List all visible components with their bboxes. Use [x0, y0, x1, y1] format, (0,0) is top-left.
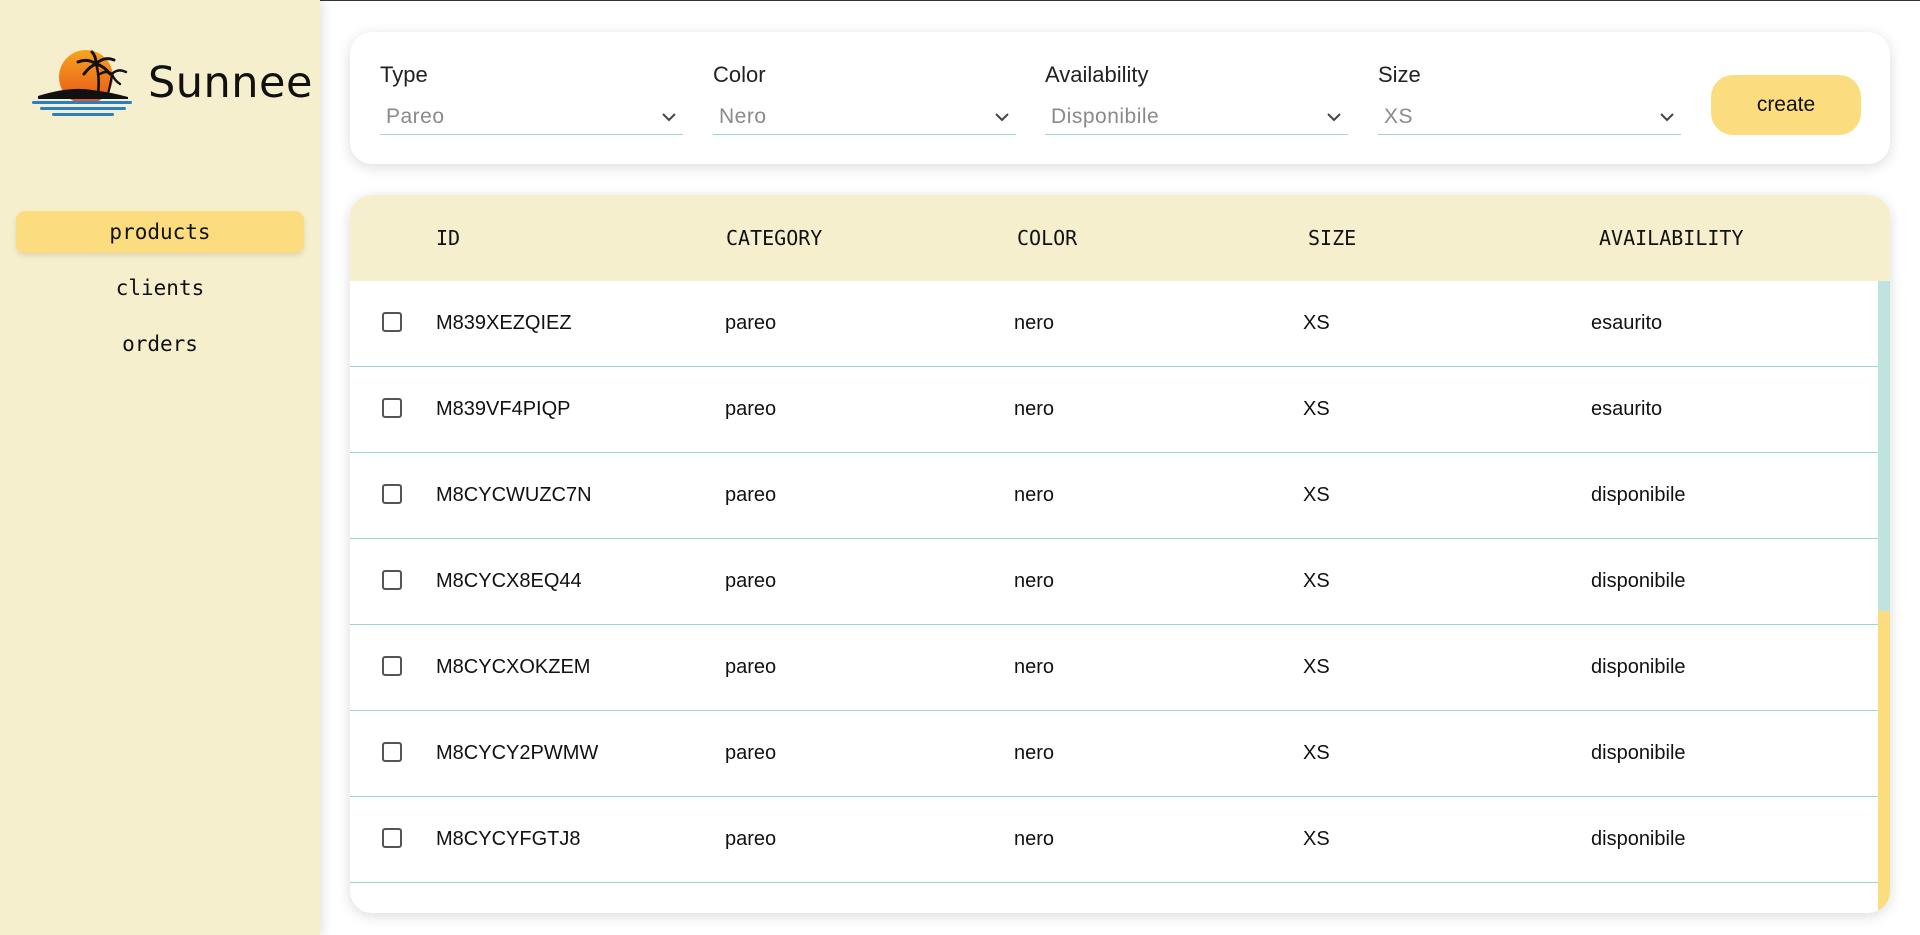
row-checkbox[interactable] — [382, 570, 402, 590]
table-row[interactable]: M8CYCY2PWMW pareo nero XS disponibile — [350, 711, 1878, 797]
cell-availability: disponibile — [1591, 828, 1686, 850]
cell-availability: esaurito — [1591, 312, 1663, 334]
cell-id: M8CYCXOKZEM — [436, 656, 591, 678]
cell-availability: disponibile — [1591, 656, 1686, 678]
column-header-color[interactable]: COLOR — [1017, 195, 1077, 281]
cell-availability: disponibile — [1591, 570, 1686, 592]
row-checkbox[interactable] — [382, 742, 402, 762]
table-row[interactable]: M8CYCWUZC7N pareo nero XS disponibile — [350, 453, 1878, 539]
cell-id: M8CYCX8EQ44 — [436, 570, 582, 592]
cell-availability: disponibile — [1591, 742, 1686, 764]
cell-color: nero — [1014, 828, 1055, 850]
cell-category: pareo — [725, 742, 777, 764]
row-checkbox[interactable] — [382, 656, 402, 676]
chevron-down-icon — [1660, 113, 1674, 122]
table-body: M839XEZQIEZ pareo nero XS esaurito M839V… — [350, 281, 1878, 913]
cell-size: XS — [1303, 742, 1330, 764]
products-table: ID CATEGORY COLOR SIZE AVAILABILITY M839… — [350, 195, 1890, 913]
column-header-id[interactable]: ID — [436, 195, 460, 281]
column-header-category[interactable]: CATEGORY — [726, 195, 822, 281]
filter-bar: Type Pareo Color Nero Availability Dispo… — [350, 32, 1890, 164]
cell-color: nero — [1014, 484, 1055, 506]
sunset-island-palm-icon — [32, 50, 132, 116]
table-row[interactable]: M8CYCXOKZEM pareo nero XS disponibile — [350, 625, 1878, 711]
color-filter: Color Nero — [713, 62, 1016, 135]
brand[interactable]: Sunnee — [30, 46, 313, 120]
cell-color: nero — [1014, 312, 1055, 334]
scrollbar-thumb[interactable] — [1878, 281, 1890, 611]
cell-id: M839VF4PIQP — [436, 398, 571, 420]
cell-id: M8CYCYFGTJ8 — [436, 828, 581, 850]
cell-size: XS — [1303, 398, 1330, 420]
cell-category: pareo — [725, 484, 777, 506]
type-select[interactable]: Pareo — [380, 100, 683, 135]
cell-size: XS — [1303, 656, 1330, 678]
color-select-value: Nero — [719, 105, 767, 128]
table-row[interactable]: M8CYCX8EQ44 pareo nero XS disponibile — [350, 539, 1878, 625]
cell-size: XS — [1303, 484, 1330, 506]
sidebar-item-clients[interactable]: clients — [16, 267, 304, 309]
size-select-value: XS — [1384, 105, 1414, 128]
type-select-value: Pareo — [386, 105, 445, 128]
cell-size: XS — [1303, 828, 1330, 850]
cell-id: M8CYCWUZC7N — [436, 484, 592, 506]
table-scrollbar[interactable] — [1878, 281, 1890, 913]
brand-name: Sunnee — [148, 58, 313, 108]
row-checkbox[interactable] — [382, 484, 402, 504]
row-checkbox[interactable] — [382, 398, 402, 418]
cell-size: XS — [1303, 570, 1330, 592]
sidebar-item-orders[interactable]: orders — [16, 323, 304, 365]
column-header-availability[interactable]: AVAILABILITY — [1599, 195, 1744, 281]
cell-category: pareo — [725, 398, 777, 420]
availability-select-value: Disponibile — [1051, 105, 1160, 128]
chevron-down-icon — [995, 113, 1009, 122]
cell-category: pareo — [725, 312, 777, 334]
size-select[interactable]: XS — [1378, 100, 1681, 135]
row-checkbox[interactable] — [382, 828, 402, 848]
chevron-down-icon — [1327, 113, 1341, 122]
size-filter-label: Size — [1378, 62, 1421, 87]
cell-category: pareo — [725, 570, 777, 592]
availability-filter-label: Availability — [1045, 62, 1149, 87]
color-filter-label: Color — [713, 62, 766, 87]
chevron-down-icon — [662, 113, 676, 122]
cell-size: XS — [1303, 312, 1330, 334]
cell-category: pareo — [725, 656, 777, 678]
sidebar-nav: products clients orders — [16, 211, 304, 379]
table-header: ID CATEGORY COLOR SIZE AVAILABILITY — [350, 195, 1890, 281]
cell-id: M839XEZQIEZ — [436, 312, 572, 334]
sidebar: Sunnee products clients orders — [0, 0, 320, 935]
availability-select[interactable]: Disponibile — [1045, 100, 1348, 135]
sidebar-item-products[interactable]: products — [16, 211, 304, 253]
cell-color: nero — [1014, 570, 1055, 592]
cell-color: nero — [1014, 398, 1055, 420]
cell-color: nero — [1014, 742, 1055, 764]
cell-availability: disponibile — [1591, 484, 1686, 506]
table-row[interactable]: M839VF4PIQP pareo nero XS esaurito — [350, 367, 1878, 453]
table-row[interactable]: M839XEZQIEZ pareo nero XS esaurito — [350, 281, 1878, 367]
type-filter-label: Type — [380, 62, 428, 87]
table-row-partial[interactable] — [350, 883, 1878, 913]
cell-category: pareo — [725, 828, 777, 850]
row-checkbox[interactable] — [382, 312, 402, 332]
create-button[interactable]: create — [1711, 75, 1861, 135]
cell-availability: esaurito — [1591, 398, 1663, 420]
color-select[interactable]: Nero — [713, 100, 1016, 135]
size-filter: Size XS — [1378, 62, 1681, 135]
table-row[interactable]: M8CYCYFGTJ8 pareo nero XS disponibile — [350, 797, 1878, 883]
cell-id: M8CYCY2PWMW — [436, 742, 599, 764]
column-header-size[interactable]: SIZE — [1308, 195, 1356, 281]
cell-color: nero — [1014, 656, 1055, 678]
type-filter: Type Pareo — [380, 62, 683, 135]
availability-filter: Availability Disponibile — [1045, 62, 1348, 135]
